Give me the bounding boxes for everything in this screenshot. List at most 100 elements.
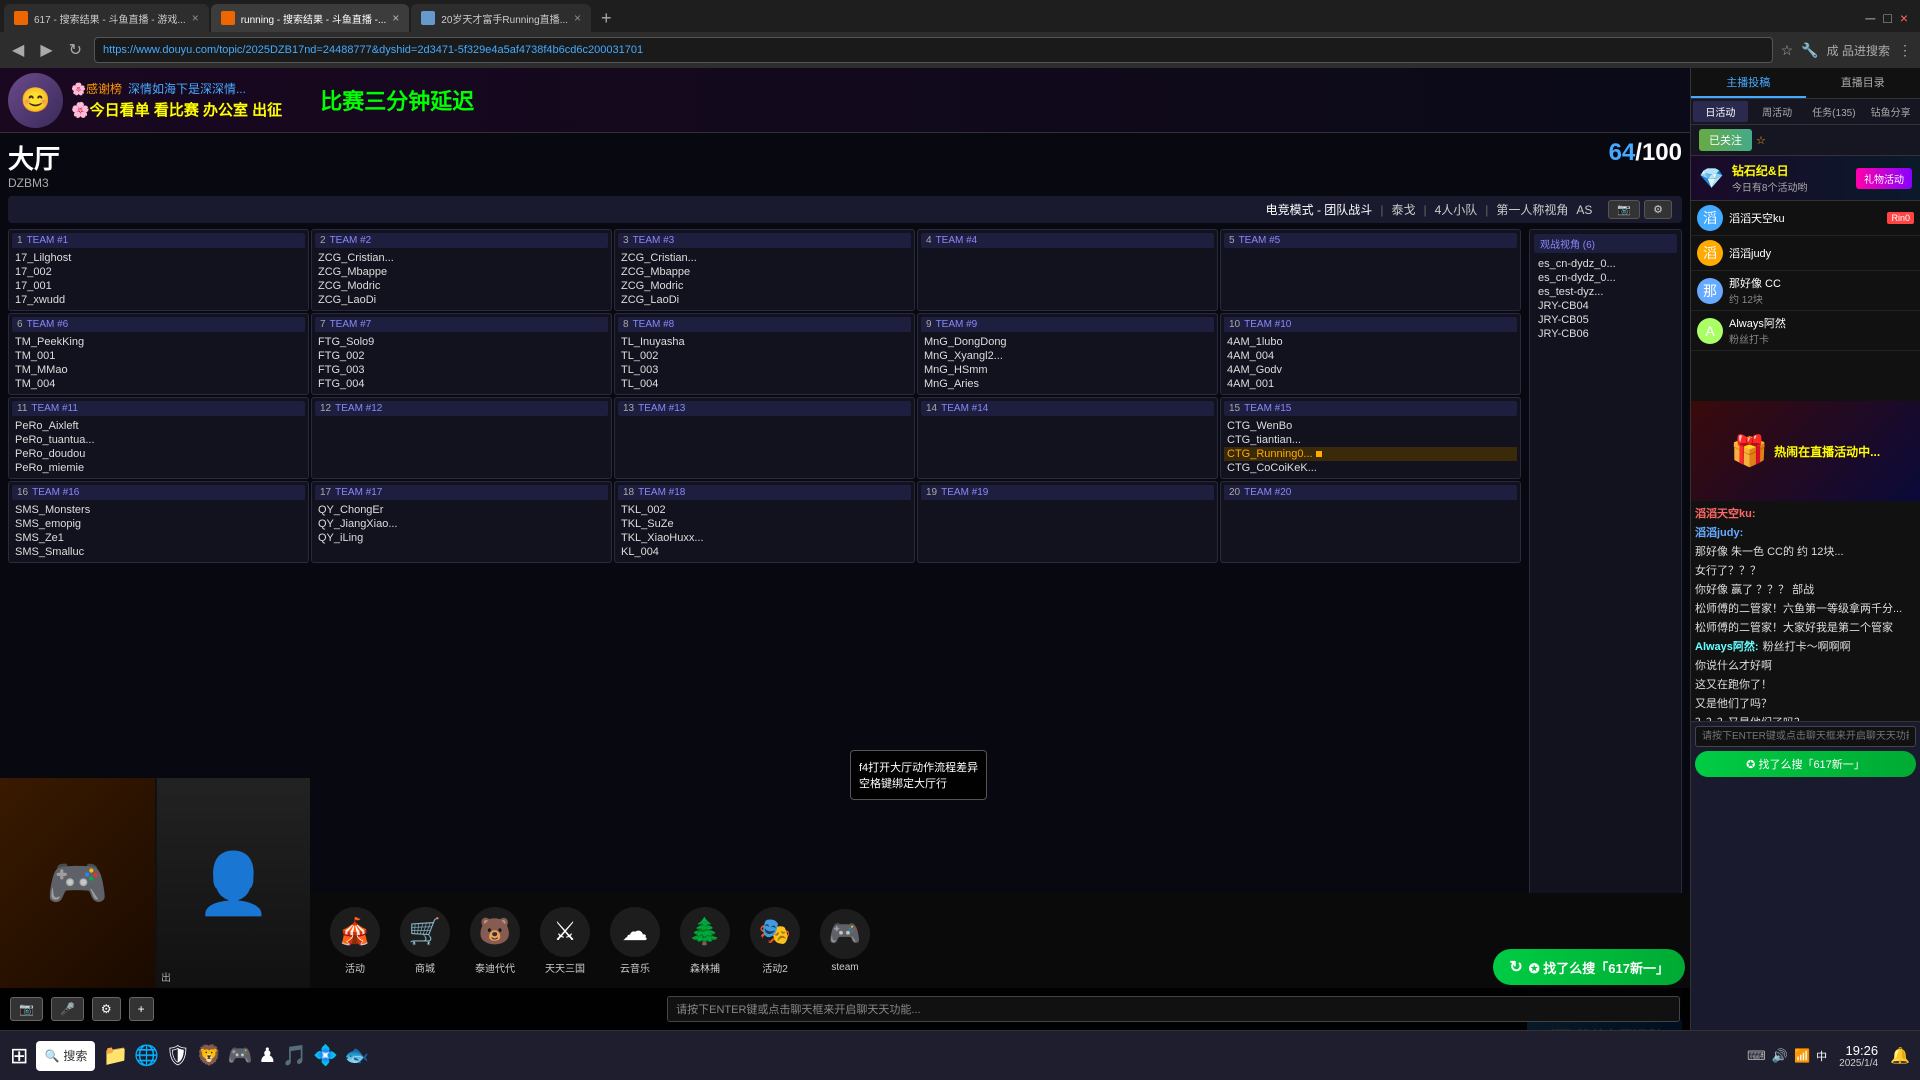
- stream-plus-btn[interactable]: +: [129, 997, 154, 1021]
- bottom-icon-4[interactable]: ☁云音乐: [610, 907, 660, 975]
- taskbar-icon-edge[interactable]: 🌐: [134, 1043, 159, 1068]
- address-bar: ◀ ▶ ↻ https://www.douyu.com/topic/2025DZ…: [0, 32, 1920, 68]
- gift-search-button[interactable]: ↻ ✪ 找了么搜「617新一」: [1493, 949, 1685, 985]
- bottom-icon-1[interactable]: 🛒商城: [400, 907, 450, 975]
- taskbar-icon-game2[interactable]: ♟: [258, 1043, 276, 1068]
- taskbar-app-icons: 📁 🌐 🛡 🦁 🎮 ♟ 🎵 💠 🐟: [103, 1043, 369, 1068]
- taskbar-icon-brave[interactable]: 🦁: [197, 1043, 222, 1068]
- follow-button[interactable]: 已关注: [1699, 129, 1752, 151]
- user-row-1[interactable]: 滔滔滔judy: [1691, 236, 1920, 271]
- tab-3[interactable]: 20岁天才富手Running直播... ×: [411, 4, 591, 32]
- team-18-member-2: TKL_XiaoHuxx...: [618, 531, 911, 545]
- tab-1[interactable]: 617 - 搜索结果 - 斗鱼直播 - 游戏... ×: [4, 4, 209, 32]
- bottom-icon-label-4: 云音乐: [620, 960, 650, 975]
- team-2-member-3: ZCG_LaoDi: [315, 293, 608, 307]
- maximize-button[interactable]: □: [1883, 10, 1891, 26]
- tray-icon-2[interactable]: 🔊: [1772, 1048, 1788, 1064]
- toolbar-right: ☆ 🔧 成 品进搜索 ⋮: [1781, 42, 1912, 59]
- clock-area[interactable]: 19:26 2025/1/4: [1839, 1043, 1878, 1069]
- team-header-5: 5 TEAM #5: [1224, 233, 1517, 248]
- team-10-member-0: 4AM_1lubo: [1224, 335, 1517, 349]
- team-card-18: 18 TEAM #18TKL_002TKL_SuZeTKL_XiaoHuxx..…: [614, 481, 915, 563]
- view-btn-2[interactable]: ⚙: [1644, 200, 1672, 219]
- nav-back-button[interactable]: ◀: [8, 38, 28, 62]
- player-count-area: 64/100: [1609, 139, 1682, 167]
- address-input[interactable]: https://www.douyu.com/topic/2025DZB17nd=…: [94, 37, 1773, 63]
- view-btn-1[interactable]: 📷: [1608, 200, 1640, 219]
- bottom-icon-0[interactable]: 🎪活动: [330, 907, 380, 975]
- user-row-3[interactable]: AAlways阿然粉丝打卡: [1691, 311, 1920, 351]
- team-18-member-1: TKL_SuZe: [618, 517, 911, 531]
- team-11-member-3: PeRo_miemie: [12, 461, 305, 475]
- tray-icon-network[interactable]: 📶: [1794, 1048, 1810, 1064]
- menu-icon[interactable]: ⋮: [1898, 42, 1912, 59]
- gift-label: ✪ 找了么搜「617新一」: [1529, 958, 1669, 977]
- nav-fwd-button[interactable]: ▶: [36, 38, 56, 62]
- user-row-0[interactable]: 滔滔滔天空kuRin0: [1691, 201, 1920, 236]
- team-6-member-3: TM_004: [12, 377, 305, 391]
- sidebar-sub-weekly[interactable]: 周活动: [1750, 101, 1805, 122]
- tab-1-close[interactable]: ×: [192, 11, 199, 25]
- team-11-member-1: PeRo_tuantua...: [12, 433, 305, 447]
- send-gift-button[interactable]: ✪ 找了么搜「617新一」: [1695, 751, 1916, 777]
- extension-icon[interactable]: 🔧: [1801, 42, 1818, 59]
- follow-count: ☆: [1756, 134, 1766, 147]
- search-bar[interactable]: 🔍 搜索: [36, 1041, 95, 1071]
- team-2-member-0: ZCG_Cristian...: [315, 251, 608, 265]
- taskbar-icon-fish[interactable]: 🐟: [344, 1043, 369, 1068]
- spectator-section: 观战视角 (6) es_cn-dydz_0...es_cn-dydz_0...e…: [1529, 229, 1682, 1006]
- tab-2-close[interactable]: ×: [392, 11, 399, 25]
- view-buttons: 📷 ⚙: [1608, 200, 1672, 219]
- bottom-icon-3[interactable]: ⚔天天三国: [540, 907, 590, 975]
- stats-row: 已关注 ☆: [1691, 125, 1920, 156]
- bottom-icon-2[interactable]: 🐻泰迪代代: [470, 907, 520, 975]
- user-row-2[interactable]: 那那好像 CC约 12块: [1691, 271, 1920, 311]
- diamond-gift-btn[interactable]: 礼物活动: [1856, 168, 1912, 189]
- browser-chrome: 617 - 搜索结果 - 斗鱼直播 - 游戏... × running - 搜索…: [0, 0, 1920, 68]
- star-icon[interactable]: ☆: [1781, 42, 1794, 59]
- chat-message: ？？？又是他们了吗？: [1695, 714, 1916, 721]
- sidebar-sub-share[interactable]: 钻鱼分享: [1863, 101, 1918, 122]
- bottom-icon-6[interactable]: 🎭活动2: [750, 907, 800, 975]
- settings-icon[interactable]: 成 品进搜索: [1827, 42, 1890, 59]
- stream-gear-btn[interactable]: ⚙: [92, 997, 121, 1021]
- sidebar-tab-broadcast[interactable]: 主播投稿: [1691, 68, 1806, 98]
- nav-refresh-button[interactable]: ↻: [65, 38, 86, 62]
- taskbar-icon-file[interactable]: 📁: [103, 1043, 128, 1068]
- tray-icon-lang[interactable]: 中: [1816, 1048, 1827, 1064]
- minimize-button[interactable]: ─: [1865, 10, 1875, 26]
- team-6-member-2: TM_MMao: [12, 363, 305, 377]
- bottom-icon-5[interactable]: 🌲森林捕: [680, 907, 730, 975]
- taskbar-notification-btn[interactable]: 🔔: [1890, 1046, 1910, 1066]
- bottom-icon-label-7: steam: [831, 962, 858, 973]
- stream-cam-btn[interactable]: 📷: [10, 997, 43, 1021]
- tray-icon-1[interactable]: ⌨: [1747, 1048, 1766, 1064]
- taskbar-icon-shield[interactable]: 🛡: [165, 1043, 190, 1068]
- stream-mic-btn[interactable]: 🎤: [51, 997, 84, 1021]
- chat-input[interactable]: [1695, 726, 1916, 747]
- team-header-8: 8 TEAM #8: [618, 317, 911, 332]
- team-card-5: 5 TEAM #5: [1220, 229, 1521, 311]
- sidebar-sub-tasks[interactable]: 任务(135): [1807, 101, 1862, 122]
- thumb-row: 🎮 👤 出: [0, 778, 310, 988]
- team-header-3: 3 TEAM #3: [618, 233, 911, 248]
- start-button[interactable]: ⊞: [10, 1043, 28, 1069]
- new-tab-button[interactable]: +: [593, 8, 620, 29]
- spec-list: es_cn-dydz_0...es_cn-dydz_0...es_test-dy…: [1534, 257, 1677, 341]
- close-window-button[interactable]: ×: [1900, 10, 1908, 26]
- tab-3-close[interactable]: ×: [574, 11, 581, 25]
- team-10-member-1: 4AM_004: [1224, 349, 1517, 363]
- team-header-16: 16 TEAM #16: [12, 485, 305, 500]
- chat-message: 滔滔judy:: [1695, 524, 1916, 540]
- bottom-icon-7[interactable]: 🎮steam: [820, 909, 870, 973]
- sidebar-sub-daily[interactable]: 日活动: [1693, 101, 1748, 122]
- chat-input-inline[interactable]: 请按下ENTER键或点击聊天框来开启聊天天功能...: [667, 996, 1680, 1022]
- dzbm-label: DZBM3: [8, 176, 60, 190]
- team-card-15: 15 TEAM #15CTG_WenBoCTG_tiantian...CTG_R…: [1220, 397, 1521, 479]
- sidebar-tab-directory[interactable]: 直播目录: [1806, 68, 1920, 98]
- tab-2[interactable]: running - 搜索结果 - 斗鱼直播 -... ×: [211, 4, 410, 32]
- taskbar-icon-steam[interactable]: 💠: [313, 1043, 338, 1068]
- taskbar-icon-game1[interactable]: 🎮: [228, 1043, 253, 1068]
- taskbar-icon-music[interactable]: 🎵: [282, 1043, 307, 1068]
- spectator-5: JRY-CB06: [1534, 327, 1677, 341]
